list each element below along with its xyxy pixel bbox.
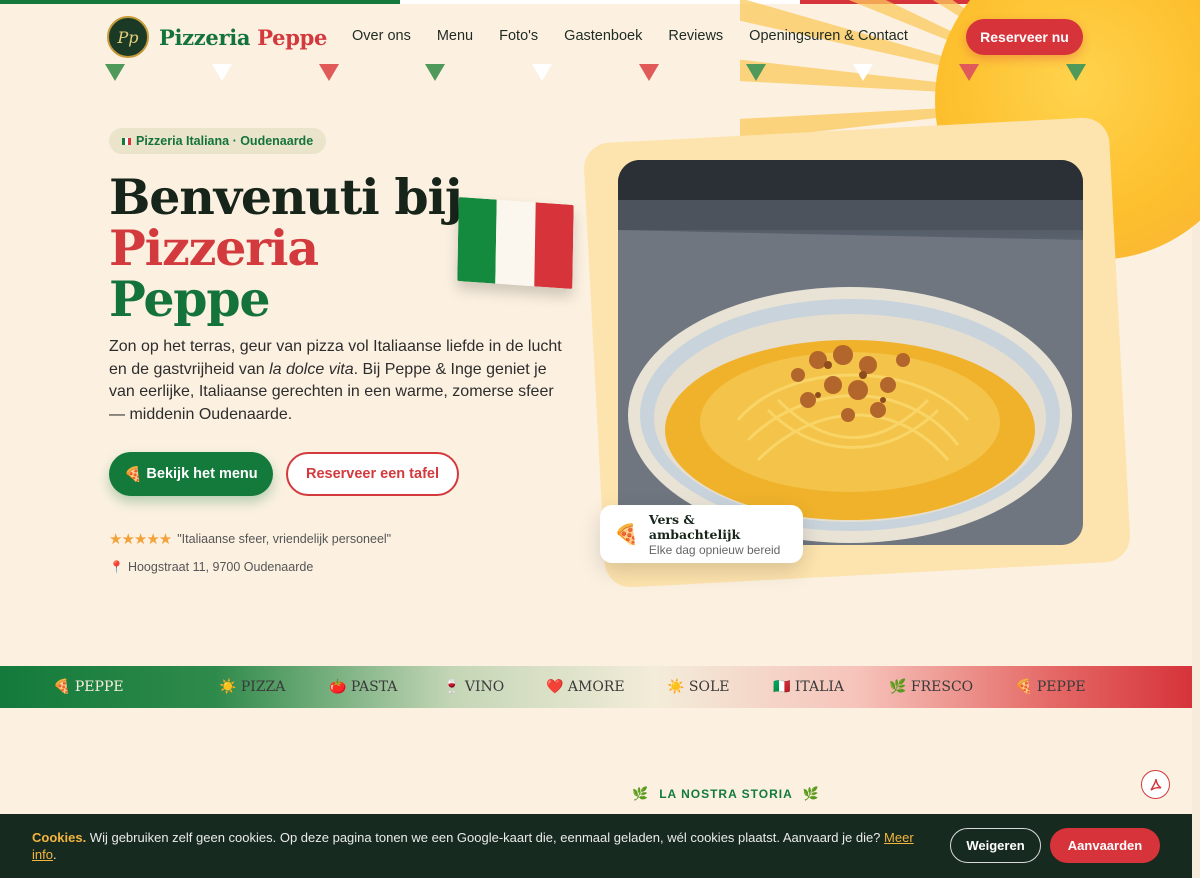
reserve-table-button[interactable]: Reserveer een tafel [286, 452, 459, 496]
acrobat-glyph [1149, 778, 1161, 791]
marquee-item-peppe: 🍕 PEPPE [1015, 679, 1086, 695]
nav-reviews[interactable]: Reviews [668, 28, 723, 44]
cookie-title: Cookies. [32, 830, 87, 845]
cookie-end: . [52, 847, 57, 862]
reserve-now-button[interactable]: Reserveer nu [966, 19, 1083, 55]
marquee-item-fresco: 🌿 FRESCO [889, 679, 974, 695]
bunting-flag [745, 64, 766, 81]
pizza-slice-icon: 🍕 [614, 522, 639, 546]
logo[interactable]: Pp Pizzeria Peppe [107, 16, 327, 58]
bunting-flag [1066, 64, 1087, 81]
bunting-flag [639, 64, 659, 81]
location-pill: Pizzeria Italiana · Oudenaarde [109, 128, 327, 154]
italy-flag-icon [122, 137, 131, 145]
bunting-flag [532, 64, 553, 81]
marquee-item-pizza: ☀️ PIZZA [219, 679, 286, 695]
bunting-flag [318, 64, 339, 81]
italy-flag-graphic [457, 197, 574, 289]
review-quote: "Italiaanse sfeer, vriendelijk personeel… [177, 532, 392, 546]
bunting-flag [852, 64, 873, 81]
marquee-item-vino: 🍷 VINO [443, 679, 505, 695]
logo-word-peppe: Peppe [257, 24, 328, 50]
logo-badge: Pp [107, 16, 149, 58]
accept-cookies-button[interactable]: Aanvaarden [1050, 828, 1160, 863]
bunting-flag [425, 64, 446, 81]
hero-title-line1: Benvenuti bij [109, 168, 463, 226]
bunting-flag [211, 64, 232, 81]
cookie-text: Wij gebruiken zelf geen cookies. Op deze… [86, 830, 885, 845]
hero-photo-spaghetti [618, 160, 1083, 545]
marquee-item-pasta: 🍅 PASTA [329, 679, 398, 695]
card-subtitle: Elke dag opnieuw bereid [648, 542, 781, 557]
bunting-decoration [105, 64, 1095, 84]
hero-title: Benvenuti bij Pizzeria Peppe [109, 168, 463, 328]
bunting-flag [105, 64, 125, 81]
section-label-story: 🌿 LA NOSTRA STORIA 🌿 [632, 786, 820, 802]
leaf-icon-left: 🌿 [632, 786, 650, 801]
hero-description: Zon op het terras, geur van pizza vol It… [109, 336, 571, 426]
address-row: 📍 Hoogstraat 11, 9700 Oudenaarde [109, 560, 313, 574]
view-menu-button[interactable]: 🍕 Bekijk het menu [109, 452, 273, 496]
leaf-icon-right: 🌿 [802, 786, 820, 801]
marquee-item-amore: ❤️ AMORE [546, 679, 625, 695]
pizza-icon: 🍕 [124, 466, 143, 483]
location-pin-icon: 📍 [109, 560, 124, 574]
word-marquee: 🍕 PEPPE ☀️ PIZZA 🍅 PASTA 🍷 VINO ❤️ AMORE ☀️ S… [0, 666, 1192, 708]
fresh-handmade-card: 🍕 Vers & ambachtelijk Elke dag opnieuw b… [600, 505, 803, 563]
card-title: Vers & ambachtelijk [648, 511, 741, 542]
nav-over-ons[interactable]: Over ons [352, 28, 411, 44]
logo-word-pizzeria: Pizzeria [159, 24, 251, 50]
hero-text-italic: la dolce vita [269, 360, 354, 378]
nav-gastenboek[interactable]: Gastenboek [564, 28, 642, 44]
marquee-item-sole: ☀️ SOLE [667, 679, 730, 695]
location-pill-label: Pizzeria Italiana · Oudenaarde [136, 134, 314, 148]
marquee-item-peppe: 🍕 PEPPE [53, 679, 124, 695]
view-menu-label: Bekijk het menu [146, 466, 258, 482]
address-text: Hoogstraat 11, 9700 Oudenaarde [127, 560, 314, 574]
cookie-message: Cookies. Wij gebruiken zelf geen cookies… [32, 829, 922, 863]
rating-row: ★★★★★ "Italiaanse sfeer, vriendelijk per… [109, 530, 391, 548]
star-rating-icon: ★★★★★ [109, 531, 172, 548]
bunting-flag [959, 64, 980, 81]
marquee-item-italia: 🇮🇹 ITALIA [773, 679, 845, 695]
nav-fotos[interactable]: Foto's [499, 28, 538, 44]
nav-openingsuren-contact[interactable]: Openingsuren & Contact [749, 28, 908, 44]
pasta-dish-illustration [618, 160, 1083, 545]
hero-title-line2: Pizzeria [109, 219, 319, 277]
story-label: LA NOSTRA STORIA [659, 787, 793, 801]
main-nav: Over ons Menu Foto's Gastenboek Reviews … [352, 28, 934, 44]
pdf-icon[interactable] [1141, 770, 1170, 799]
decline-cookies-button[interactable]: Weigeren [950, 828, 1041, 863]
nav-menu[interactable]: Menu [437, 28, 473, 44]
logo-text: Pizzeria Peppe [159, 25, 327, 50]
hero-title-line3: Peppe [109, 270, 271, 328]
